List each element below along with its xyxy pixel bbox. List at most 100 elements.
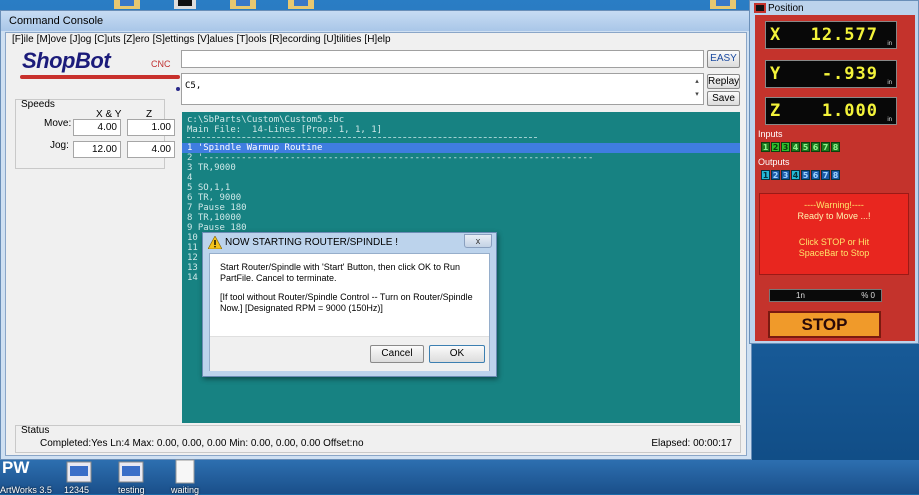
terminal-path: c:\SbParts\Custom\Custom5.sbc [187, 115, 345, 125]
jog-label: Jog: [50, 140, 69, 151]
z-value: 1.000 [821, 101, 878, 121]
rate-right: % 0 [861, 291, 875, 300]
move-xy-field[interactable]: 4.00 [73, 119, 121, 136]
cancel-button[interactable]: Cancel [370, 345, 424, 363]
close-icon: x [475, 236, 481, 246]
menu-file[interactable]: [F]ile [12, 34, 34, 48]
file-icon[interactable] [64, 458, 94, 484]
outputs-label: Outputs [758, 157, 790, 167]
terminal-line-2[interactable]: 2 '-------------------------------------… [187, 153, 593, 163]
warning-icon [208, 236, 222, 249]
position-client: X 12.577 in Y -.939 in Z 1.000 in Inputs… [755, 15, 915, 341]
z-axis-label: Z [770, 101, 781, 121]
output-led-3[interactable]: 3 [781, 170, 790, 180]
x-unit: in [887, 41, 892, 47]
output-led-7[interactable]: 7 [821, 170, 830, 180]
menu-tools[interactable]: [T]ools [236, 34, 266, 48]
command-history-box[interactable]: C5, ▴ ▾ [181, 73, 704, 105]
start-spindle-dialog: NOW STARTING ROUTER/SPINDLE ! x Start Ro… [202, 232, 497, 377]
menu-values[interactable]: [V]alues [197, 34, 233, 48]
y-value: -.939 [821, 64, 878, 84]
rate-display: 1n % 0 [769, 289, 882, 302]
dialog-close-button[interactable]: x [464, 234, 492, 248]
input-led-2: 2 [771, 142, 780, 152]
terminal-line-12[interactable]: 12 [187, 253, 198, 263]
terminal-separator [187, 137, 537, 139]
menu-zero[interactable]: [Z]ero [124, 34, 150, 48]
file-icon[interactable] [116, 458, 146, 484]
terminal-line-7[interactable]: 7 Pause 180 [187, 203, 247, 213]
folder-icon[interactable] [282, 0, 322, 10]
terminal-line-5[interactable]: 5 SO,1,1 [187, 183, 230, 193]
document-icon[interactable] [170, 458, 200, 484]
x-value: 12.577 [810, 25, 878, 45]
command-input[interactable] [181, 50, 704, 68]
logo-cnc: CNC [151, 59, 171, 69]
folder-icon[interactable] [704, 0, 744, 10]
terminal-line-13[interactable]: 13 [187, 263, 198, 273]
status-line: Completed:Yes Ln:4 Max: 0.00, 0.00, 0.00… [40, 438, 364, 449]
status-title: Status [21, 425, 50, 436]
terminal-line-3[interactable]: 3 TR,9000 [187, 163, 236, 173]
input-led-5: 5 [801, 142, 810, 152]
y-unit: in [887, 80, 892, 86]
status-panel: Status Completed:Yes Ln:4 Max: 0.00, 0.0… [15, 425, 741, 453]
folder-icon[interactable] [224, 0, 264, 10]
rate-left: 1n [796, 291, 805, 300]
desktop-icon-artworks[interactable]: PW [0, 458, 34, 486]
terminal-line-14[interactable]: 14 [187, 273, 198, 283]
speeds-title: Speeds [21, 99, 55, 110]
output-led-5[interactable]: 5 [801, 170, 810, 180]
menu-jog[interactable]: [J]og [70, 34, 92, 48]
elapsed-time: Elapsed: 00:00:17 [651, 438, 732, 449]
stop-button[interactable]: STOP [768, 311, 881, 338]
menu-recording[interactable]: [R]ecording [269, 34, 320, 48]
terminal-main-file: Main File: 14-Lines [Prop: 1, 1, 1] [187, 125, 383, 135]
terminal-line-4[interactable]: 4 [187, 173, 192, 183]
output-led-6[interactable]: 6 [811, 170, 820, 180]
output-led-2[interactable]: 2 [771, 170, 780, 180]
shopbot-logo: ShopBot CNC [18, 48, 183, 80]
jog-z-field[interactable]: 4.00 [127, 141, 175, 158]
ok-button[interactable]: OK [429, 345, 485, 363]
folder-icon[interactable] [108, 0, 148, 10]
output-led-4[interactable]: 4 [791, 170, 800, 180]
menu-utilities[interactable]: [U]tilities [324, 34, 362, 48]
y-readout[interactable]: Y -.939 in [765, 60, 897, 88]
terminal-line-1[interactable]: 1 'Spindle Warmup Routine [182, 143, 740, 153]
dialog-body: Start Router/Spindle with 'Start' Button… [209, 253, 490, 371]
easy-button[interactable]: EASY [707, 50, 740, 68]
output-led-1[interactable]: 1 [761, 170, 770, 180]
z-readout[interactable]: Z 1.000 in [765, 97, 897, 125]
scroll-up-icon[interactable]: ▴ [692, 75, 702, 88]
menu-settings[interactable]: [S]ettings [153, 34, 195, 48]
terminal-line-11[interactable]: 11 [187, 243, 198, 253]
input-led-4: 4 [791, 142, 800, 152]
console-titlebar[interactable]: Command Console [1, 11, 751, 31]
terminal-line-10[interactable]: 10 [187, 233, 198, 243]
command-bullet [176, 87, 180, 91]
menu-cuts[interactable]: [C]uts [94, 34, 120, 48]
replay-button[interactable]: Replay [707, 74, 740, 89]
dialog-message: Start Router/Spindle with 'Start' Button… [220, 262, 461, 283]
input-led-3: 3 [781, 142, 790, 152]
dialog-title: NOW STARTING ROUTER/SPINDLE ! [225, 237, 398, 248]
save-button[interactable]: Save [707, 91, 740, 106]
position-window: Position X 12.577 in Y -.939 in Z 1.000 … [749, 0, 919, 344]
monitor-icon[interactable] [166, 0, 206, 10]
y-axis-label: Y [770, 64, 781, 84]
output-led-8[interactable]: 8 [831, 170, 840, 180]
x-readout[interactable]: X 12.577 in [765, 21, 897, 49]
warning-ready: Ready to Move ...! [797, 211, 871, 221]
menu-move[interactable]: [M]ove [37, 34, 67, 48]
scroll-down-icon[interactable]: ▾ [692, 88, 702, 101]
move-z-field[interactable]: 1.00 [127, 119, 175, 136]
position-title: Position [768, 3, 804, 14]
position-app-icon [754, 3, 766, 13]
terminal-line-6[interactable]: 6 TR, 9000 [187, 193, 241, 203]
terminal-line-8[interactable]: 8 TR,10000 [187, 213, 241, 223]
menu-help[interactable]: [H]elp [364, 34, 390, 48]
jog-xy-field[interactable]: 12.00 [73, 141, 121, 158]
warning-title: ----Warning!---- [804, 200, 864, 210]
command-scroll[interactable]: ▴ ▾ [692, 75, 702, 103]
